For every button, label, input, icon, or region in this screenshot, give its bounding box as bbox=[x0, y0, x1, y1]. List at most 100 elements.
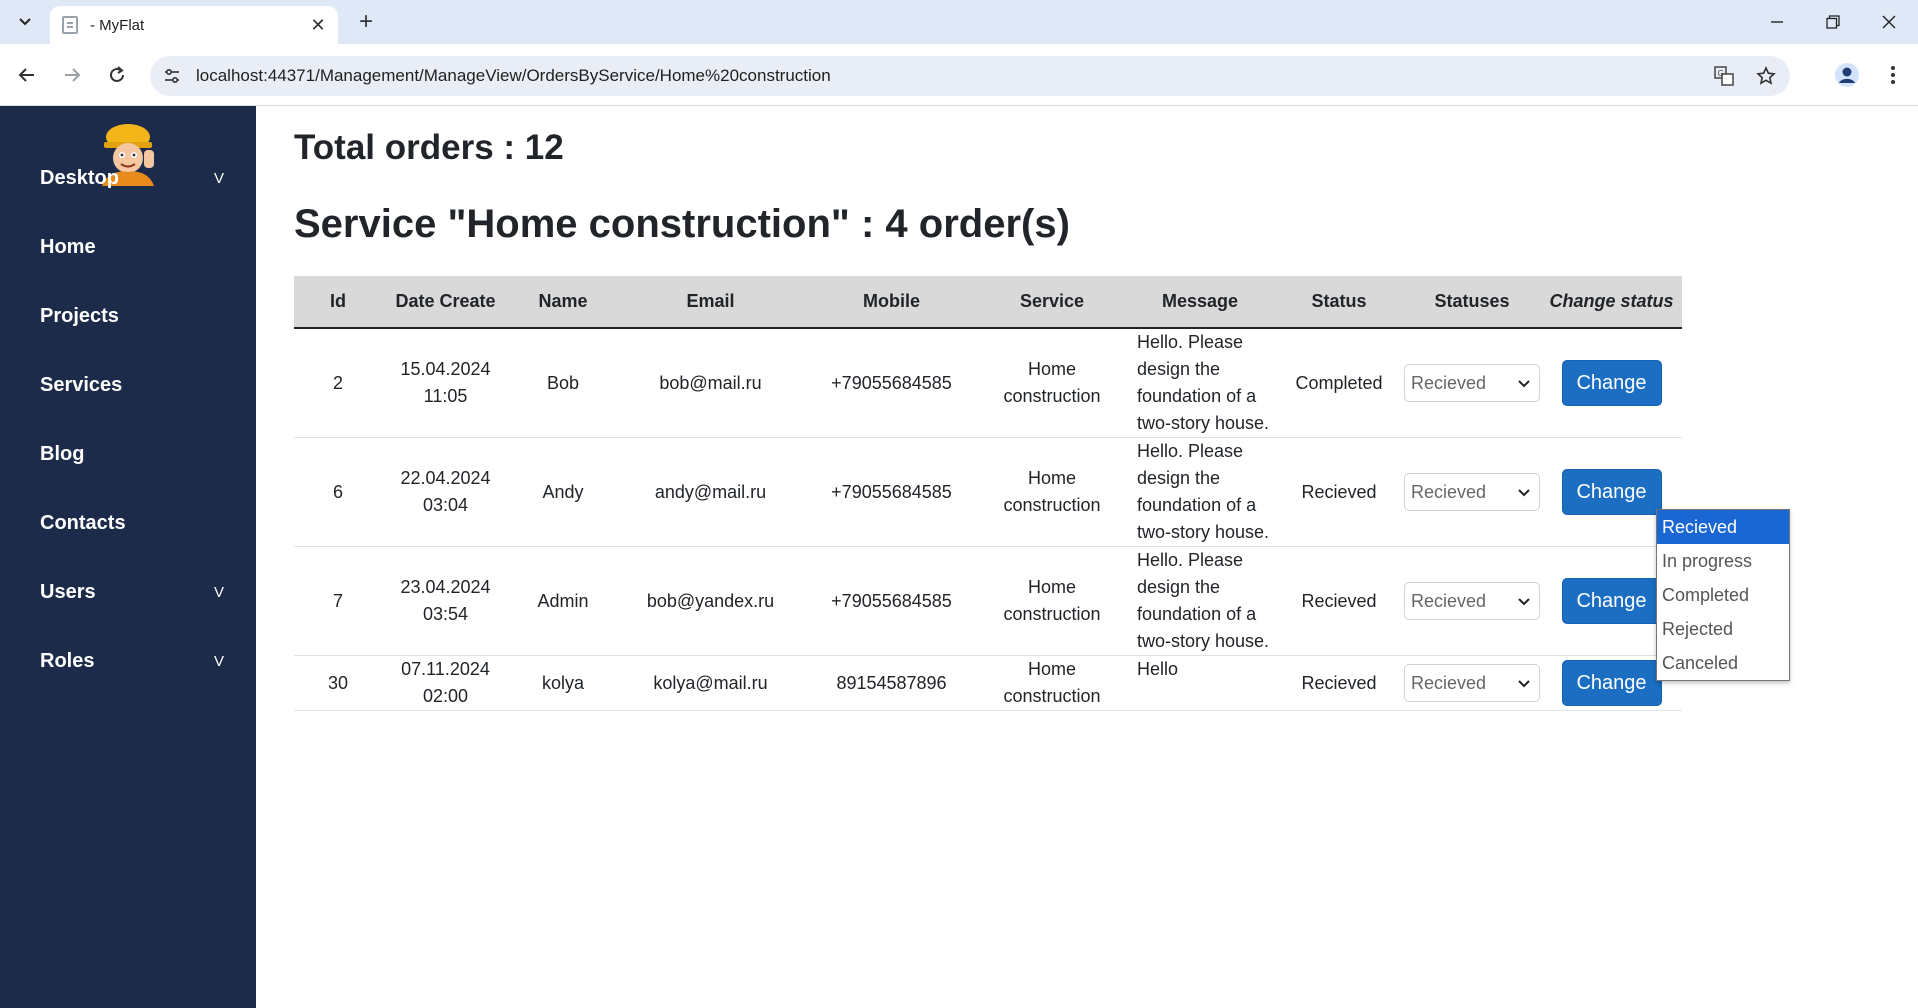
status-select[interactable]: Recieved bbox=[1404, 364, 1540, 402]
site-info-icon[interactable] bbox=[154, 58, 190, 94]
order-service-line: construction bbox=[1003, 386, 1101, 406]
dropdown-option-rejected[interactable]: Rejected bbox=[1657, 612, 1789, 646]
order-message-line: foundation of a bbox=[1137, 495, 1257, 515]
order-mobile: 89154587896 bbox=[804, 655, 979, 711]
dropdown-option-recieved[interactable]: Recieved bbox=[1657, 510, 1789, 544]
close-tab-icon[interactable]: ✕ bbox=[306, 13, 330, 37]
bookmark-star-icon[interactable] bbox=[1748, 58, 1784, 94]
order-date-day: 07.11.2024 bbox=[401, 659, 490, 679]
sidebar-item-label: Home bbox=[40, 235, 96, 258]
column-header-status: Status bbox=[1275, 276, 1403, 329]
order-service-line: Home bbox=[1027, 468, 1076, 488]
sidebar-item-users[interactable]: Users V bbox=[0, 567, 256, 617]
order-message-line: two-story house. bbox=[1137, 522, 1270, 542]
order-service-line: Home bbox=[1027, 659, 1076, 679]
profile-button[interactable] bbox=[1830, 58, 1864, 92]
status-select[interactable]: Recieved bbox=[1404, 473, 1540, 511]
sidebar-item-roles[interactable]: Roles V bbox=[0, 636, 256, 686]
order-name: Bob bbox=[509, 328, 617, 438]
sidebar-item-label: Blog bbox=[40, 442, 85, 465]
column-header-mobile: Mobile bbox=[804, 276, 979, 329]
dropdown-option-in-progress[interactable]: In progress bbox=[1657, 544, 1789, 578]
order-status: Recieved bbox=[1275, 546, 1403, 656]
service-orders-heading: Service "Home construction" : 4 order(s) bbox=[294, 202, 1070, 246]
order-email: andy@mail.ru bbox=[617, 437, 804, 547]
status-select-value: Recieved bbox=[1411, 590, 1487, 611]
close-window-button[interactable] bbox=[1864, 4, 1914, 40]
order-email: bob@yandex.ru bbox=[617, 546, 804, 656]
tab-title: - MyFlat bbox=[90, 16, 145, 34]
order-date-time: 02:00 bbox=[422, 686, 469, 706]
table-row: 30 07.11.2024 02:00 kolya kolya@mail.ru 8… bbox=[294, 655, 1682, 711]
translate-icon[interactable]: G bbox=[1706, 58, 1742, 94]
order-id: 2 bbox=[294, 328, 382, 438]
chevron-down-icon bbox=[1518, 380, 1530, 388]
order-mobile: +79055684585 bbox=[804, 328, 979, 438]
chevron-down-icon bbox=[1518, 489, 1530, 497]
chevron-down-icon bbox=[19, 18, 31, 26]
status-select[interactable]: Recieved bbox=[1404, 664, 1540, 702]
sidebar-item-blog[interactable]: Blog bbox=[0, 429, 256, 479]
order-message-line: two-story house. bbox=[1137, 631, 1270, 651]
order-service-line: Home bbox=[1027, 577, 1076, 597]
browser-tab[interactable]: - MyFlat ✕ bbox=[50, 6, 338, 44]
restore-window-button[interactable] bbox=[1808, 4, 1858, 40]
order-statuses-cell: Recieved bbox=[1403, 328, 1541, 438]
order-service-line: construction bbox=[1003, 604, 1101, 624]
column-header-email: Email bbox=[617, 276, 804, 329]
tab-search-button[interactable] bbox=[10, 8, 40, 36]
table-row: 2 15.04.2024 11:05 Bob bob@mail.ru +79055… bbox=[294, 328, 1682, 438]
change-status-button[interactable]: Change bbox=[1561, 469, 1662, 515]
sidebar-item-desktop[interactable]: Desktop V bbox=[0, 153, 256, 203]
order-service: Home construction bbox=[979, 328, 1125, 438]
back-button[interactable] bbox=[10, 58, 44, 92]
orders-table: Id Date Create Name Email Mobile Service… bbox=[294, 276, 1682, 711]
minimize-window-button[interactable] bbox=[1752, 4, 1802, 40]
status-select[interactable]: Recieved bbox=[1404, 582, 1540, 620]
sidebar-item-home[interactable]: Home bbox=[0, 222, 256, 272]
order-message-line: design the bbox=[1137, 468, 1221, 488]
total-orders-heading: Total orders : 12 bbox=[294, 128, 564, 167]
order-date-day: 15.04.2024 bbox=[400, 359, 491, 379]
more-vertical-icon bbox=[1891, 66, 1895, 84]
order-status: Completed bbox=[1275, 328, 1403, 438]
reload-button[interactable] bbox=[100, 58, 134, 92]
expand-caret-icon: V bbox=[214, 583, 225, 601]
order-date: 22.04.2024 03:04 bbox=[382, 437, 509, 547]
change-status-button[interactable]: Change bbox=[1561, 360, 1662, 406]
expand-caret-icon: V bbox=[214, 652, 225, 670]
expand-caret-icon: V bbox=[214, 169, 225, 187]
browser-tabstrip: - MyFlat ✕ + bbox=[0, 0, 1918, 44]
dropdown-option-completed[interactable]: Completed bbox=[1657, 578, 1789, 612]
order-message-line: Hello bbox=[1137, 659, 1179, 679]
table-row: 7 23.04.2024 03:54 Admin bob@yandex.ru +7… bbox=[294, 546, 1682, 656]
order-message: Hello bbox=[1125, 655, 1275, 711]
order-service: Home construction bbox=[979, 437, 1125, 547]
order-message-line: Hello. Please bbox=[1137, 550, 1244, 570]
column-header-change-status: Change status bbox=[1541, 276, 1682, 329]
restore-icon bbox=[1826, 15, 1840, 29]
table-row: 6 22.04.2024 03:04 Andy andy@mail.ru +790… bbox=[294, 437, 1682, 547]
chevron-down-icon bbox=[1518, 680, 1530, 688]
order-mobile: +79055684585 bbox=[804, 437, 979, 547]
sidebar-item-services[interactable]: Services bbox=[0, 360, 256, 410]
address-bar[interactable]: localhost:44371/Management/ManageView/Or… bbox=[150, 56, 1790, 96]
order-message: Hello. Please design the foundation of a tw… bbox=[1125, 437, 1275, 547]
sidebar-item-projects[interactable]: Projects bbox=[0, 291, 256, 341]
change-status-button[interactable]: Change bbox=[1561, 578, 1662, 624]
forward-button[interactable] bbox=[55, 58, 89, 92]
sidebar: Desktop V Home Projects Services Blog Co… bbox=[0, 106, 256, 1008]
new-tab-button[interactable]: + bbox=[352, 8, 380, 36]
sidebar-item-contacts[interactable]: Contacts bbox=[0, 498, 256, 548]
order-id: 6 bbox=[294, 437, 382, 547]
main-content: Total orders : 12 Service "Home construc… bbox=[256, 106, 1918, 1008]
status-dropdown-list: Recieved In progress Completed Rejected … bbox=[1656, 509, 1790, 681]
order-date-day: 22.04.2024 bbox=[400, 468, 491, 488]
svg-text:G: G bbox=[1718, 69, 1724, 78]
sidebar-item-label: Desktop bbox=[40, 166, 119, 189]
change-status-button[interactable]: Change bbox=[1561, 660, 1662, 706]
status-select-value: Recieved bbox=[1411, 372, 1487, 393]
dropdown-option-canceled[interactable]: Canceled bbox=[1657, 646, 1789, 680]
browser-menu-button[interactable] bbox=[1876, 58, 1910, 92]
order-name: Andy bbox=[509, 437, 617, 547]
